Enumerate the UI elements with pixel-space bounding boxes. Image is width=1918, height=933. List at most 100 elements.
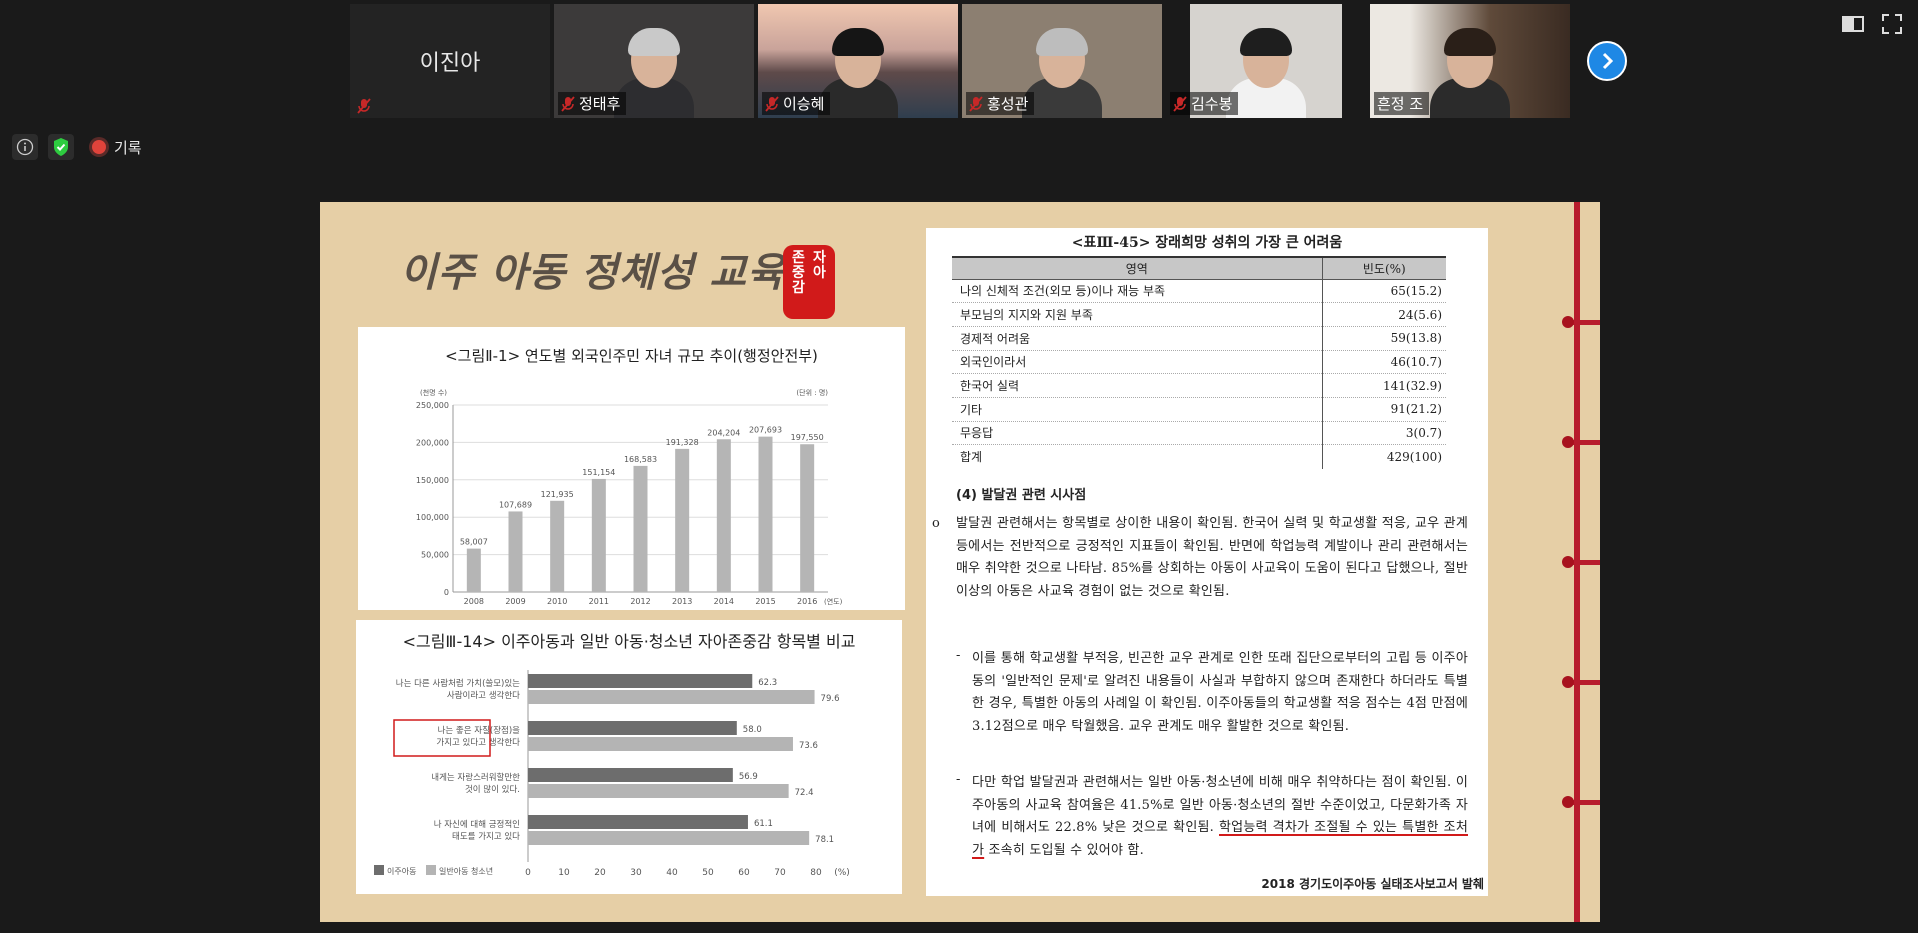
category-label: 나는 좋은 자질(장점)을 <box>438 725 521 736</box>
record-label: 기록 <box>114 138 142 157</box>
yearly-bar-chart: (천명 수) (단위 : 명) 0 50,000 100,000 150,000 200,0… <box>416 388 843 606</box>
muted-mic-icon <box>561 95 575 112</box>
binding-hook <box>1562 676 1600 688</box>
paragraph: 다만 학업 발달권과 관련해서는 일반 아동·청소년에 비해 매우 취약하다는 … <box>972 772 1468 862</box>
table-cell-category: 외국인이라서 <box>952 350 1323 375</box>
bar <box>591 478 606 592</box>
muted-mic-icon <box>969 95 983 112</box>
table-row: 무응답 3(0.7) <box>952 421 1446 446</box>
x-tick-label: 2010 <box>547 597 567 606</box>
x-tick-label: 2014 <box>714 597 734 606</box>
x-tick-label: 40 <box>666 868 678 878</box>
bar <box>528 737 793 751</box>
participant-name-large: 이진아 <box>419 51 481 76</box>
y-tick-label: 250,000 <box>416 401 449 410</box>
x-tick-label: 2008 <box>464 597 484 606</box>
bar <box>528 690 815 704</box>
muted-mic-icon <box>765 95 779 112</box>
category-label: 태도를 가지고 있다 <box>452 831 520 842</box>
table-cell-frequency: 59(13.8) <box>1321 326 1446 351</box>
table-row: 한국어 실력 141(32.9) <box>952 373 1446 398</box>
legend-label: 이주아동 <box>387 866 416 876</box>
x-tick-label: 50 <box>702 868 714 878</box>
table-cell-category: 경제적 어려움 <box>952 326 1323 351</box>
fullscreen-icon[interactable] <box>1882 14 1904 36</box>
table-row: 부모님의 지지와 지원 부족 24(5.6) <box>952 302 1446 327</box>
dash-marker: - <box>956 772 961 787</box>
participant-tile[interactable]: 홍성관 <box>962 4 1162 118</box>
category-label: 것이 많이 있다. <box>465 784 520 795</box>
meeting-status-bar: 기록 <box>12 134 150 160</box>
x-tick-label: 2015 <box>755 597 775 606</box>
bar <box>800 444 815 592</box>
view-controls <box>1842 14 1904 36</box>
bar <box>716 439 731 592</box>
y-tick-label: 150,000 <box>416 476 449 485</box>
x-tick-label: 80 <box>810 868 822 878</box>
seal-character: 자 <box>813 250 826 266</box>
seal-character: 존 <box>792 250 805 266</box>
participant-tile[interactable]: 김수봉 <box>1166 4 1366 118</box>
y-axis-label: (천명 수) <box>420 388 447 397</box>
participant-tile[interactable]: 이진아 <box>350 4 550 118</box>
category-label: 내게는 자랑스러워할만한 <box>431 772 520 783</box>
participant-label <box>354 97 377 115</box>
data-label: 191,328 <box>666 438 699 447</box>
seal-character: 아 <box>813 265 826 281</box>
muted-mic-icon <box>357 98 371 114</box>
participant-name: 이승혜 <box>783 95 825 113</box>
y-tick-label: 100,000 <box>416 513 449 522</box>
participant-label: 흔정 조 <box>1374 92 1430 115</box>
paragraph: 이를 통해 학교생활 부적응, 빈곤한 교우 관계로 인한 또래 집단으로부터의… <box>972 651 1468 734</box>
table-cell-frequency: 46(10.7) <box>1321 350 1446 375</box>
participant-strip: 이진아 정태후 이승혜 홍성관 김수봉 흔정 조 <box>350 4 1570 118</box>
table-cell-category: 합계 <box>960 450 983 465</box>
table-cell-frequency: 65(15.2) <box>1321 279 1446 304</box>
category-label: 사람이라고 생각한다 <box>447 690 520 701</box>
participant-label: 홍성관 <box>966 92 1035 115</box>
x-tick-label: 2013 <box>672 597 692 606</box>
table-row: 기타 91(21.2) <box>952 397 1446 422</box>
red-seal-stamp: 존중감 자아 <box>783 245 835 319</box>
bar <box>528 784 789 798</box>
participant-tile[interactable]: 정태후 <box>554 4 754 118</box>
bar <box>675 448 690 592</box>
y-tick-label: 200,000 <box>416 438 449 447</box>
x-tick-label: 2016 <box>797 597 817 606</box>
self-esteem-bar-chart: 0 10 20 30 40 50 60 70 80 (%) 나는 다른 사람처럼 가치(쓸모)있는사… <box>374 670 850 878</box>
x-axis-label: (연도) <box>824 598 843 606</box>
participant-name: 정태후 <box>579 95 621 113</box>
bar <box>633 465 648 592</box>
x-tick-label: 0 <box>525 868 531 878</box>
unit-label: (단위 : 명) <box>796 388 828 397</box>
data-label: 121,935 <box>541 490 574 499</box>
figure-line-bar-chart: <그림Ⅱ-1> 연도별 외국인주민 자녀 규모 추이(행정안전부) (천명 수)… <box>358 327 905 610</box>
participant-video <box>1430 22 1510 118</box>
participant-name: 홍성관 <box>987 95 1029 113</box>
record-icon <box>92 140 106 154</box>
table-cell-frequency: 3(0.7) <box>1321 421 1446 446</box>
x-tick-label: 70 <box>774 868 786 878</box>
x-tick-label: 2012 <box>630 597 650 606</box>
table-cell-category: 나의 신체적 조건(외모 등)이나 재능 부족 <box>952 279 1323 304</box>
participant-tile-active-speaker[interactable]: 흔정 조 <box>1370 4 1570 118</box>
bar <box>528 674 753 688</box>
next-page-button[interactable] <box>1587 41 1627 81</box>
info-icon[interactable] <box>12 134 38 160</box>
y-tick-label: 50,000 <box>421 551 449 560</box>
table-row: 나의 신체적 조건(외모 등)이나 재능 부족 65(15.2) <box>952 279 1446 304</box>
table-title: <표Ⅲ-45> 장래희망 성취의 가장 큰 어려움 <box>1071 235 1343 251</box>
muted-mic-icon <box>1173 95 1187 112</box>
category-label: 가지고 있다고 생각한다 <box>436 737 520 748</box>
data-label: 58.0 <box>743 725 762 735</box>
recording-indicator[interactable]: 기록 <box>84 134 150 160</box>
column-header: 영역 <box>952 256 1323 280</box>
data-label: 204,204 <box>707 428 740 437</box>
participant-tile[interactable]: 이승혜 <box>758 4 958 118</box>
security-shield-icon[interactable] <box>48 134 74 160</box>
x-tick-label: 2011 <box>589 597 609 606</box>
table-cell-frequency: 91(21.2) <box>1321 397 1446 422</box>
x-tick-label: 60 <box>738 868 750 878</box>
layout-view-icon[interactable] <box>1842 14 1864 36</box>
binding-hook <box>1562 796 1600 808</box>
